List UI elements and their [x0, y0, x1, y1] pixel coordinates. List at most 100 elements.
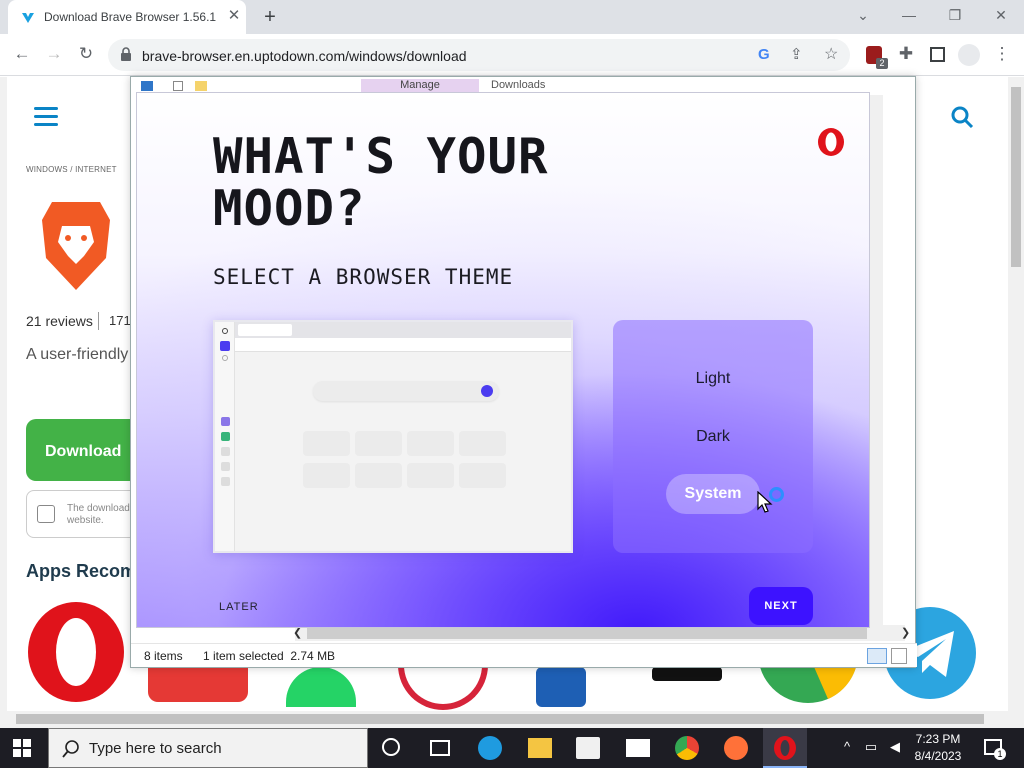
network-icon[interactable]: ▭	[862, 739, 880, 757]
large-icons-view-icon[interactable]	[891, 648, 907, 664]
tab-strip: Download Brave Browser 1.56.14 ✕ + ⌄ — ❐…	[0, 0, 1024, 34]
google-lens-icon[interactable]: G	[758, 46, 770, 63]
firefox-icon[interactable]	[724, 736, 748, 760]
restore-button[interactable]: ❐	[932, 4, 978, 26]
volume-icon[interactable]: ◀	[886, 739, 904, 757]
reviews-count[interactable]: 21 reviews	[26, 313, 93, 329]
minimize-button[interactable]: —	[886, 4, 932, 26]
mouse-cursor-icon	[757, 491, 773, 513]
theme-option-light[interactable]: Light	[613, 370, 813, 388]
back-arrow-icon[interactable]: ←	[10, 42, 34, 66]
scrollbar-thumb[interactable]	[307, 627, 867, 639]
clock-date: 8/4/2023	[914, 749, 962, 763]
new-tab-button[interactable]: +	[258, 5, 282, 29]
opera-taskbar-button[interactable]	[763, 728, 807, 768]
dialog-title-line2: MOOD?	[213, 180, 366, 237]
extension-badge: 2	[876, 58, 888, 69]
profile-avatar-icon[interactable]	[958, 44, 980, 66]
edge-icon[interactable]	[478, 736, 502, 760]
chrome-menu-icon[interactable]: ⋮	[990, 42, 1014, 66]
windows-start-icon[interactable]	[13, 739, 31, 757]
system-clock[interactable]: 7:23 PM 8/4/2023	[910, 731, 966, 765]
app-description: A user-friendly	[26, 346, 129, 363]
page-vertical-scrollbar[interactable]	[1008, 77, 1024, 711]
hamburger-menu-icon[interactable]	[34, 107, 58, 127]
apps-recommended-title: Apps Recom	[26, 561, 137, 581]
notification-badge: 1	[994, 748, 1006, 760]
page-horizontal-scrollbar[interactable]	[0, 711, 1024, 728]
forward-arrow-icon[interactable]: →	[42, 42, 66, 66]
ribbon-downloads-label: Downloads	[491, 79, 546, 91]
later-button[interactable]: LATER	[219, 601, 259, 613]
dialog-subtitle: SELECT A BROWSER THEME	[213, 265, 514, 289]
theme-option-system[interactable]: System	[666, 474, 760, 514]
separator	[98, 312, 99, 330]
preview-sidebar-icon	[221, 432, 230, 441]
scroll-right-arrow-icon[interactable]: ❯	[901, 626, 910, 639]
extensions-puzzle-icon[interactable]: ✚	[894, 42, 918, 66]
bookmark-star-icon[interactable]: ☆	[824, 44, 838, 64]
share-icon[interactable]: ⇪	[790, 45, 803, 63]
opera-logo-icon	[818, 128, 844, 156]
side-panel-icon[interactable]	[930, 47, 945, 62]
next-button[interactable]: NEXT	[749, 587, 813, 625]
tab-search-dropdown-icon[interactable]: ⌄	[840, 4, 886, 26]
close-window-button[interactable]: ✕	[978, 4, 1024, 26]
breadcrumb[interactable]: WINDOWS / INTERNET	[26, 165, 117, 174]
app-icon[interactable]	[398, 665, 488, 710]
details-view-icon[interactable]	[867, 648, 887, 664]
preview-sidebar	[215, 322, 235, 551]
scrollbar-thumb[interactable]	[1011, 87, 1021, 267]
preview-speed-dial-tile	[303, 463, 350, 488]
preview-addressbar	[235, 338, 571, 352]
address-bar[interactable]: brave-browser.en.uptodown.com/windows/do…	[108, 39, 850, 71]
info-icon	[37, 505, 55, 523]
selection-info: 1 item selected 2.74 MB	[203, 649, 336, 663]
clock-time: 7:23 PM	[915, 732, 961, 746]
properties-icon[interactable]	[173, 81, 183, 91]
dialog-title: WHAT'S YOUR MOOD?	[213, 131, 549, 235]
preview-sidebar-icon	[221, 477, 230, 486]
reload-icon[interactable]: ↻	[74, 42, 98, 66]
url-text: brave-browser.en.uptodown.com/windows/do…	[142, 48, 467, 64]
search-icon	[62, 740, 79, 758]
opera-app-icon[interactable]	[26, 602, 126, 702]
preview-sidebar-icon	[221, 417, 230, 426]
theme-option-dark[interactable]: Dark	[613, 428, 813, 446]
lock-icon	[121, 47, 131, 61]
mail-icon[interactable]	[626, 739, 650, 757]
preview-speed-dial-tile	[459, 431, 506, 456]
file-explorer-icon[interactable]	[528, 738, 552, 758]
preview-sidebar-icon	[221, 462, 230, 471]
app-icon[interactable]	[536, 667, 586, 707]
cortana-icon[interactable]	[382, 738, 400, 756]
preview-search-button	[481, 385, 493, 397]
browser-tab[interactable]: Download Brave Browser 1.56.14 ✕	[8, 0, 246, 34]
scrollbar-thumb[interactable]	[16, 714, 984, 724]
search-icon[interactable]	[950, 105, 974, 129]
whatsapp-app-icon[interactable]	[286, 667, 356, 707]
taskbar-search-box[interactable]: Type here to search	[48, 728, 368, 768]
browser-toolbar: ← → ↻ brave-browser.en.uptodown.com/wind…	[0, 34, 1024, 76]
quick-access-icon[interactable]	[141, 81, 153, 91]
download-button[interactable]: Download	[26, 419, 136, 481]
app-icon[interactable]	[652, 667, 722, 681]
task-view-icon[interactable]	[430, 740, 450, 756]
windows-taskbar: Type here to search ^ ▭ ◀ 7:23 PM 8/4/20…	[0, 728, 1024, 768]
microsoft-store-icon[interactable]	[576, 737, 600, 759]
preview-speed-dial-tile	[407, 431, 454, 456]
preview-sidebar-icon	[222, 355, 228, 361]
preview-speed-dial-tile	[407, 463, 454, 488]
ribbon-tab-manage[interactable]: Manage	[361, 79, 479, 93]
chrome-taskbar-icon[interactable]	[675, 736, 699, 760]
folder-icon[interactable]	[195, 81, 207, 91]
show-hidden-icons-icon[interactable]: ^	[838, 739, 856, 757]
opera-taskbar-icon	[774, 736, 796, 760]
preview-opera-icon	[222, 328, 228, 334]
tab-close-icon[interactable]: ✕	[226, 7, 242, 25]
download-note-text: The download website.	[67, 503, 130, 526]
preview-speed-dial-tile	[459, 463, 506, 488]
preview-searchbox	[313, 381, 499, 401]
theme-options-panel: Light Dark System	[613, 320, 813, 553]
brave-logo-icon	[42, 202, 110, 290]
